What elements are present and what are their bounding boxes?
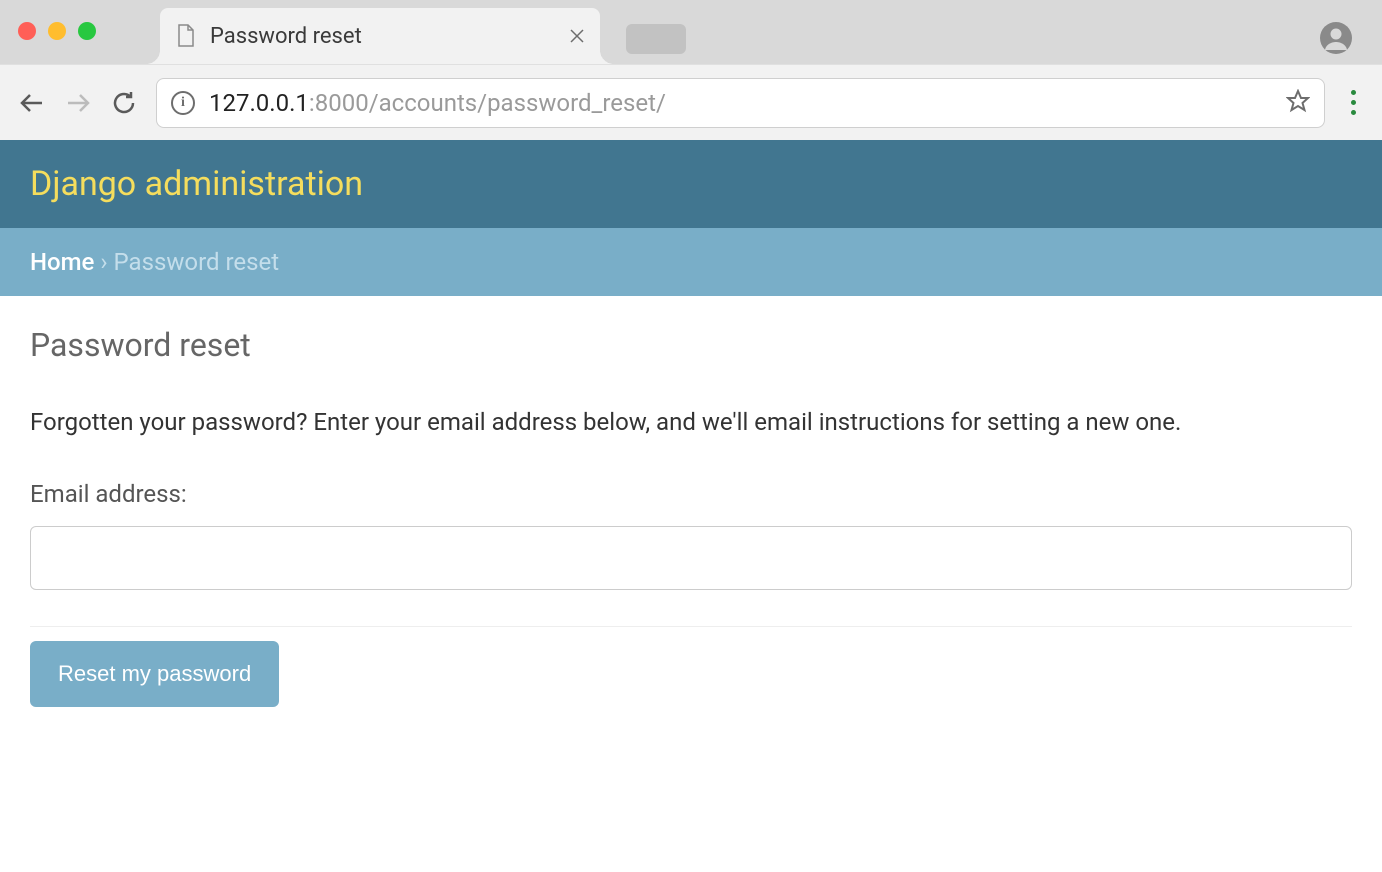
forward-button[interactable]	[64, 89, 92, 117]
breadcrumb-separator: ›	[94, 248, 113, 276]
url-path: :8000/accounts/password_reset/	[309, 89, 666, 117]
page-title: Password reset	[30, 326, 1352, 364]
site-info-icon[interactable]: i	[171, 91, 195, 115]
window-controls	[18, 22, 96, 40]
tab-close-icon[interactable]	[570, 24, 584, 48]
url-text: 127.0.0.1:8000/accounts/password_reset/	[209, 89, 1272, 117]
reload-button[interactable]	[110, 89, 138, 117]
address-bar[interactable]: i 127.0.0.1:8000/accounts/password_reset…	[156, 78, 1325, 128]
url-host: 127.0.0.1	[209, 89, 309, 117]
profile-icon[interactable]	[1320, 22, 1352, 58]
new-tab-button[interactable]	[626, 24, 686, 54]
page-content: Password reset Forgotten your password? …	[0, 296, 1382, 737]
bookmark-star-icon[interactable]	[1286, 89, 1310, 117]
breadcrumb-home-link[interactable]: Home	[30, 248, 94, 276]
email-field[interactable]	[30, 526, 1352, 590]
form-divider	[30, 626, 1352, 627]
window-close-button[interactable]	[18, 22, 36, 40]
admin-header: Django administration	[0, 140, 1382, 228]
browser-tab[interactable]: Password reset	[160, 8, 600, 64]
tab-strip: Password reset	[160, 0, 686, 64]
tab-title: Password reset	[210, 24, 556, 49]
back-button[interactable]	[18, 89, 46, 117]
breadcrumb-current: Password reset	[114, 248, 280, 276]
browser-toolbar: i 127.0.0.1:8000/accounts/password_reset…	[0, 64, 1382, 140]
browser-menu-icon[interactable]	[1343, 90, 1364, 115]
window-minimize-button[interactable]	[48, 22, 66, 40]
reset-password-button[interactable]: Reset my password	[30, 641, 279, 707]
window-maximize-button[interactable]	[78, 22, 96, 40]
browser-chrome: Password reset i 127.0.0.1:8000/accounts…	[0, 0, 1382, 140]
email-label: Email address:	[30, 480, 1352, 508]
page-description: Forgotten your password? Enter your emai…	[30, 404, 1352, 440]
breadcrumb: Home › Password reset	[0, 228, 1382, 296]
file-icon	[176, 24, 196, 48]
admin-site-title: Django administration	[30, 164, 1352, 204]
